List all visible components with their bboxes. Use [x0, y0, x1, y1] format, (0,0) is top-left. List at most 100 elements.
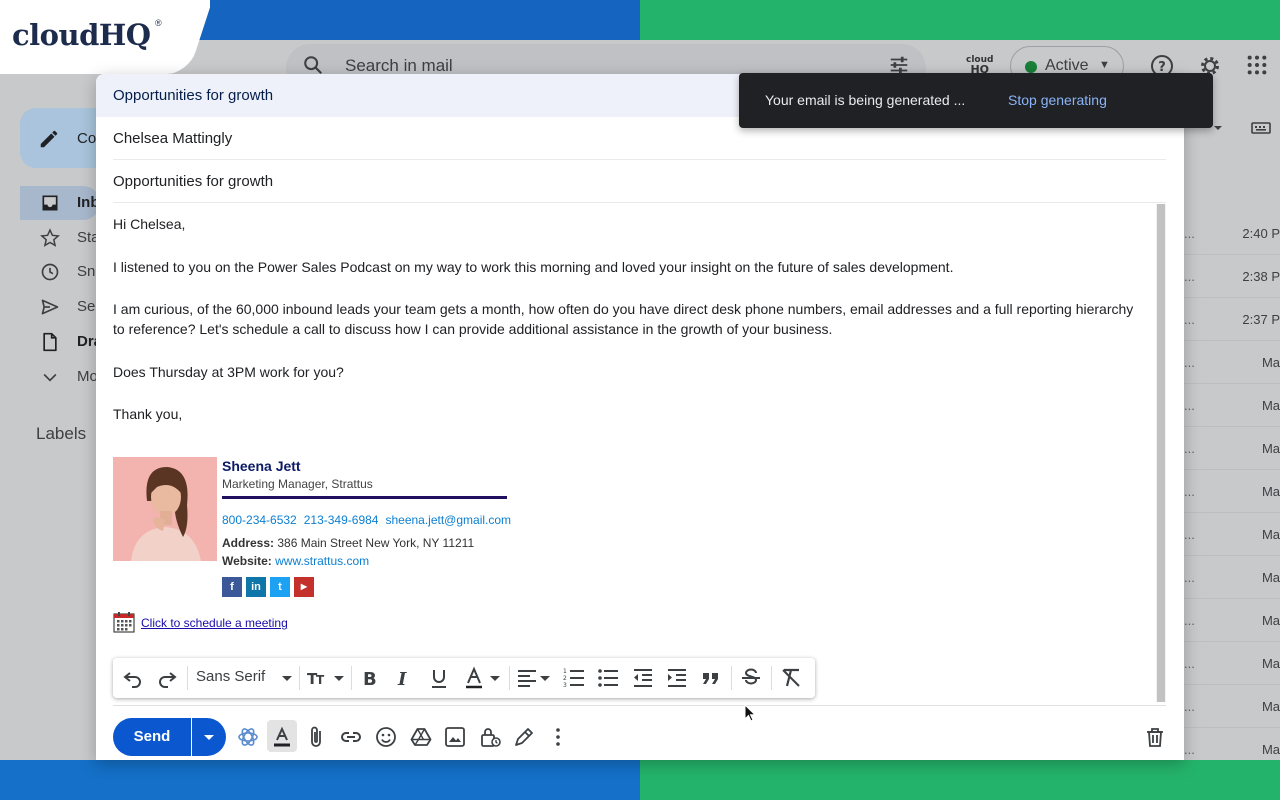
email-row[interactable]: ... Ma: [1184, 556, 1280, 599]
more-options-icon[interactable]: [546, 725, 570, 749]
underline-icon[interactable]: [427, 666, 451, 690]
discard-draft-icon[interactable]: [1143, 725, 1167, 749]
bulleted-list-icon[interactable]: [596, 666, 620, 690]
caret-down-icon[interactable]: [483, 666, 507, 690]
redo-icon[interactable]: [155, 666, 179, 690]
signature-phone-2[interactable]: 213-349-6984: [304, 513, 379, 527]
undo-icon[interactable]: [121, 666, 145, 690]
remove-formatting-icon[interactable]: [779, 666, 803, 690]
body-paragraph-1: I listened to you on the Power Sales Pod…: [113, 257, 953, 277]
italic-icon[interactable]: I: [392, 666, 416, 690]
sidebar-item-starred[interactable]: Sta: [40, 228, 100, 250]
sidebar-item-label: Se: [77, 298, 95, 315]
calendar-icon: [113, 611, 135, 633]
signature-phone-1[interactable]: 800-234-6532: [222, 513, 297, 527]
svg-text:2: 2: [563, 675, 567, 682]
row-snippet: ...: [1184, 699, 1195, 714]
labels-heading: Labels: [36, 424, 86, 444]
row-time: Ma: [1262, 570, 1280, 585]
schedule-meeting-link[interactable]: Click to schedule a meeting: [141, 616, 288, 630]
logo-registered-mark: ®: [155, 18, 162, 28]
compose-window: Opportunities for growth Chelsea Matting…: [96, 74, 1184, 760]
subject-input[interactable]: Opportunities for growth: [113, 173, 273, 190]
svg-text:I: I: [397, 669, 407, 690]
google-drive-icon[interactable]: [409, 725, 433, 749]
search-icon[interactable]: [302, 54, 324, 76]
address-value: 386 Main Street New York, NY 11211: [274, 536, 474, 550]
signature-email[interactable]: sheena.jett@gmail.com: [385, 513, 511, 527]
facebook-icon[interactable]: f: [222, 577, 242, 597]
recipient-chip[interactable]: Chelsea Mattingly: [113, 130, 232, 147]
logo-text: cloudHQ: [12, 18, 151, 52]
emoji-icon[interactable]: [374, 725, 398, 749]
search-input[interactable]: Search in mail: [345, 56, 453, 76]
website-link[interactable]: www.strattus.com: [272, 554, 369, 568]
generation-snackbar: Your email is being generated ... Stop g…: [739, 73, 1213, 128]
email-row[interactable]: ...Ma: [1184, 384, 1280, 427]
youtube-icon[interactable]: ▶: [294, 577, 314, 597]
send-button[interactable]: Send: [113, 718, 191, 756]
sidebar-item-sent[interactable]: Se: [40, 297, 100, 319]
row-time: 2:37 P: [1242, 312, 1280, 327]
row-time: Ma: [1262, 742, 1280, 757]
star-icon: [40, 228, 60, 248]
bold-icon[interactable]: B: [358, 666, 382, 690]
status-dot-icon: [1025, 61, 1037, 73]
confidential-mode-icon[interactable]: [478, 725, 502, 749]
svg-text:B: B: [363, 669, 377, 690]
row-snippet: ...: [1184, 312, 1195, 327]
sidebar-item-inbox[interactable]: Inb: [40, 193, 100, 215]
caret-down-icon[interactable]: [275, 666, 299, 690]
email-row[interactable]: ...2:38 P: [1184, 255, 1280, 298]
send-options-button[interactable]: [192, 718, 226, 756]
insert-photo-icon[interactable]: [443, 725, 467, 749]
numbered-list-icon[interactable]: 123: [562, 666, 586, 690]
linkedin-icon[interactable]: in: [246, 577, 266, 597]
email-row[interactable]: ...Ma: [1184, 685, 1280, 728]
caret-down-icon[interactable]: [327, 666, 351, 690]
background-band-green: [640, 0, 1280, 40]
email-row[interactable]: ...Ma: [1184, 341, 1280, 384]
toolbar-separator: [351, 666, 352, 690]
subject-field[interactable]: Opportunities for growth: [113, 160, 1166, 203]
caret-down-icon[interactable]: [533, 666, 557, 690]
toolbar-separator: [187, 666, 188, 690]
row-time: Ma: [1262, 398, 1280, 413]
row-time: Ma: [1262, 441, 1280, 456]
font-family-select[interactable]: Sans Serif: [196, 668, 265, 685]
ai-assist-icon[interactable]: [236, 725, 260, 749]
stop-generating-button[interactable]: Stop generating: [1008, 92, 1107, 108]
indent-less-icon[interactable]: [631, 666, 655, 690]
scrollbar-thumb[interactable]: [1157, 204, 1165, 702]
apps-grid-icon[interactable]: [1246, 54, 1268, 76]
background-band-green-bottom: [640, 760, 1280, 800]
sidebar-item-snoozed[interactable]: Sno: [40, 262, 100, 284]
row-time: Ma: [1262, 613, 1280, 628]
insert-link-icon[interactable]: [339, 725, 363, 749]
email-row[interactable]: ...Ma: [1184, 642, 1280, 685]
body-scrollbar[interactable]: [1156, 204, 1166, 702]
twitter-icon[interactable]: t: [270, 577, 290, 597]
toolbar-separator: [731, 666, 732, 690]
email-row[interactable]: ... 2:37 P: [1184, 298, 1280, 341]
email-row[interactable]: ...2:40 P: [1184, 212, 1280, 255]
signature-pen-icon[interactable]: [512, 725, 536, 749]
signature-title: Marketing Manager, Strattus: [222, 477, 373, 491]
quote-icon[interactable]: [699, 666, 723, 690]
row-snippet: ...: [1184, 484, 1195, 499]
signature-photo: [113, 457, 217, 561]
row-snippet: ...: [1184, 570, 1195, 585]
sidebar-item-more[interactable]: Mo: [40, 367, 100, 389]
email-row[interactable]: ...Ma: [1184, 427, 1280, 470]
email-row[interactable]: ...Ma: [1184, 470, 1280, 513]
indent-more-icon[interactable]: [665, 666, 689, 690]
formatting-toolbar: Sans Serif TT B I 123: [113, 658, 815, 698]
email-row[interactable]: ...Ma: [1184, 513, 1280, 556]
mouse-cursor-icon: [744, 704, 756, 722]
sidebar-item-drafts[interactable]: Dra: [40, 332, 100, 354]
attach-file-icon[interactable]: [304, 725, 328, 749]
formatting-options-icon[interactable]: [270, 725, 294, 749]
email-row[interactable]: ...Ma: [1184, 599, 1280, 642]
strikethrough-icon[interactable]: [739, 666, 763, 690]
email-row[interactable]: ...Ma: [1184, 728, 1280, 760]
